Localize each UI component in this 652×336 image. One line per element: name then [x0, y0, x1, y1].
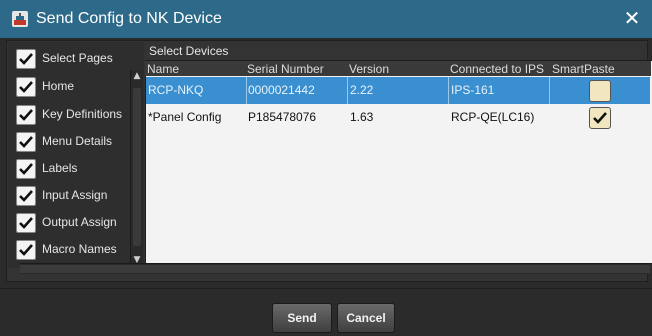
table-row[interactable]: *Panel Config P185478076 1.63 RCP-QE(LC1…	[146, 104, 650, 131]
page-item-select-pages[interactable]: Select Pages	[8, 46, 136, 70]
cell-serial: 0000021442	[248, 83, 315, 97]
cell-connected: RCP-QE(LC16)	[451, 110, 535, 124]
send-button[interactable]: Send	[272, 303, 332, 333]
table-header: Name Serial Number Version Connected to …	[145, 61, 651, 76]
select-devices-label: Select Devices	[149, 44, 229, 58]
checkbox-menu-details[interactable]	[16, 132, 36, 152]
column-header-smartpaste[interactable]: SmartPaste	[552, 62, 615, 76]
page-item-menu-details[interactable]: Menu Details	[8, 129, 136, 153]
cell-version: 2.22	[350, 83, 374, 97]
checkbox-home[interactable]	[16, 77, 36, 97]
checkbox-output-assign[interactable]	[16, 213, 36, 233]
cell-serial: P185478076	[248, 110, 317, 124]
page-label: Key Definitions	[42, 107, 123, 121]
column-separator	[448, 77, 449, 104]
horizontal-scrollbar[interactable]	[20, 263, 650, 274]
page-item-key-definitions[interactable]: Key Definitions	[8, 102, 136, 126]
cell-name: RCP-NKQ	[148, 83, 204, 97]
window-title: Send Config to NK Device	[36, 10, 222, 27]
page-item-home[interactable]: Home	[8, 74, 136, 98]
title-bar: Send Config to NK Device ✕	[0, 0, 652, 38]
page-label: Select Pages	[42, 51, 113, 65]
horizontal-scroll-thumb[interactable]	[20, 265, 650, 273]
pages-list: Select Pages Home Key Definitions Menu D…	[8, 42, 144, 268]
cell-version: 1.63	[350, 110, 374, 124]
checkbox-input-assign[interactable]	[16, 186, 36, 206]
page-item-macro-names[interactable]: Macro Names	[8, 237, 136, 261]
close-icon[interactable]: ✕	[620, 6, 644, 30]
checkbox-select-pages[interactable]	[16, 49, 36, 69]
table-row[interactable]: RCP-NKQ 0000021442 2.22 IPS-161	[146, 77, 650, 104]
page-label: Labels	[42, 161, 78, 175]
page-item-input-assign[interactable]: Input Assign	[8, 183, 136, 207]
column-header-name[interactable]: Name	[147, 62, 179, 76]
column-separator	[549, 77, 550, 104]
scroll-thumb[interactable]	[133, 88, 141, 246]
page-label: Home	[42, 79, 75, 93]
column-separator	[347, 77, 348, 104]
page-label: Macro Names	[42, 242, 117, 256]
page-item-output-assign[interactable]: Output Assign	[8, 210, 136, 234]
smartpaste-checkbox[interactable]	[589, 80, 611, 102]
page-label: Output Assign	[42, 215, 117, 229]
checkbox-macro-names[interactable]	[16, 240, 36, 260]
pages-scrollbar[interactable]: ▲ ▼	[130, 70, 143, 266]
page-label: Input Assign	[42, 188, 108, 202]
checkbox-labels[interactable]	[16, 159, 36, 179]
cell-name: *Panel Config	[148, 110, 222, 124]
cell-connected: IPS-161	[451, 83, 495, 97]
column-header-connected[interactable]: Connected to IPS	[450, 62, 544, 76]
checkbox-key-definitions[interactable]	[16, 105, 36, 125]
column-separator	[246, 77, 247, 104]
page-label: Menu Details	[42, 134, 113, 148]
smartpaste-checkbox[interactable]	[589, 107, 611, 129]
cancel-button[interactable]: Cancel	[337, 303, 395, 333]
scroll-up-icon[interactable]: ▲	[131, 70, 143, 82]
page-item-labels[interactable]: Labels	[8, 156, 136, 180]
column-header-version[interactable]: Version	[349, 62, 389, 76]
app-icon	[12, 11, 28, 27]
column-header-serial[interactable]: Serial Number	[247, 62, 324, 76]
